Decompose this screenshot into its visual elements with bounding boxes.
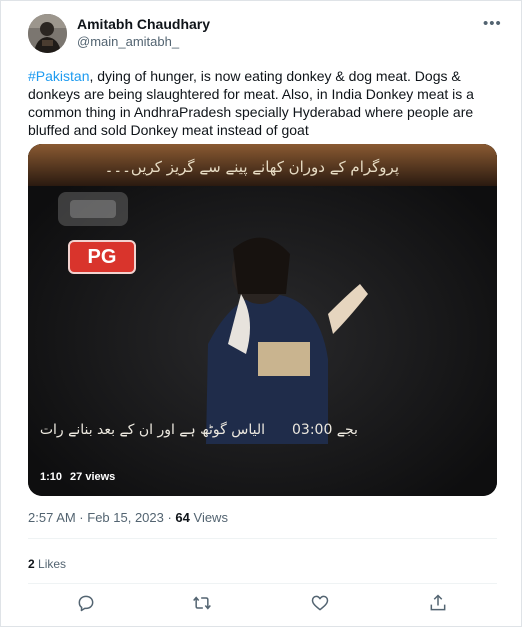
likes-label: Likes xyxy=(34,557,67,571)
divider xyxy=(28,538,497,539)
tweet-text: #Pakistan, dying of hunger, is now eatin… xyxy=(28,67,498,139)
divider xyxy=(28,583,497,584)
rating-badge: PG xyxy=(68,240,136,274)
tweet-card: Amitabh Chaudhary @main_amitabh_ ••• #Pa… xyxy=(0,0,522,627)
author-handle[interactable]: @main_amitabh_ xyxy=(77,34,179,49)
likes-count[interactable]: 2 Likes xyxy=(28,557,66,571)
avatar-image xyxy=(28,14,67,53)
more-icon[interactable]: ••• xyxy=(483,15,502,32)
share-icon xyxy=(430,594,446,611)
retweet-icon xyxy=(193,596,211,610)
likes-number: 2 xyxy=(28,557,35,571)
avatar[interactable] xyxy=(28,14,67,53)
view-label: Views xyxy=(189,510,228,525)
video-duration: 1:10 xyxy=(40,471,63,483)
video-overlay-top: پروگرام کے دوران کھانے پینے سے گریز کریں… xyxy=(104,158,399,176)
video-overlay-bottom: الیاس گوٹھ ہے اور ان کے بعد بنانے رات xyxy=(39,422,265,438)
like-button[interactable] xyxy=(310,593,332,615)
video-meta: 1:10 27 views xyxy=(40,471,123,483)
timestamp-date: 2:57 AM · Feb 15, 2023 · xyxy=(28,510,176,525)
author-name[interactable]: Amitabh Chaudhary xyxy=(77,16,210,32)
share-button[interactable] xyxy=(428,593,450,615)
heart-icon xyxy=(311,595,329,611)
video-player[interactable]: پروگرام کے دوران کھانے پینے سے گریز کریں… xyxy=(28,144,497,496)
tweet-body: , dying of hunger, is now eating donkey … xyxy=(28,68,474,138)
tweet-timestamp[interactable]: 2:57 AM · Feb 15, 2023 · 64 Views xyxy=(28,510,228,525)
video-overlay-time: 03:00 بجے xyxy=(292,422,358,438)
video-frame xyxy=(28,144,497,496)
hashtag-link[interactable]: #Pakistan xyxy=(28,68,89,84)
reply-icon xyxy=(78,595,94,612)
video-views: 27 views xyxy=(70,471,116,483)
view-count: 64 xyxy=(175,510,190,525)
reply-button[interactable] xyxy=(76,593,98,615)
retweet-button[interactable] xyxy=(192,593,214,615)
